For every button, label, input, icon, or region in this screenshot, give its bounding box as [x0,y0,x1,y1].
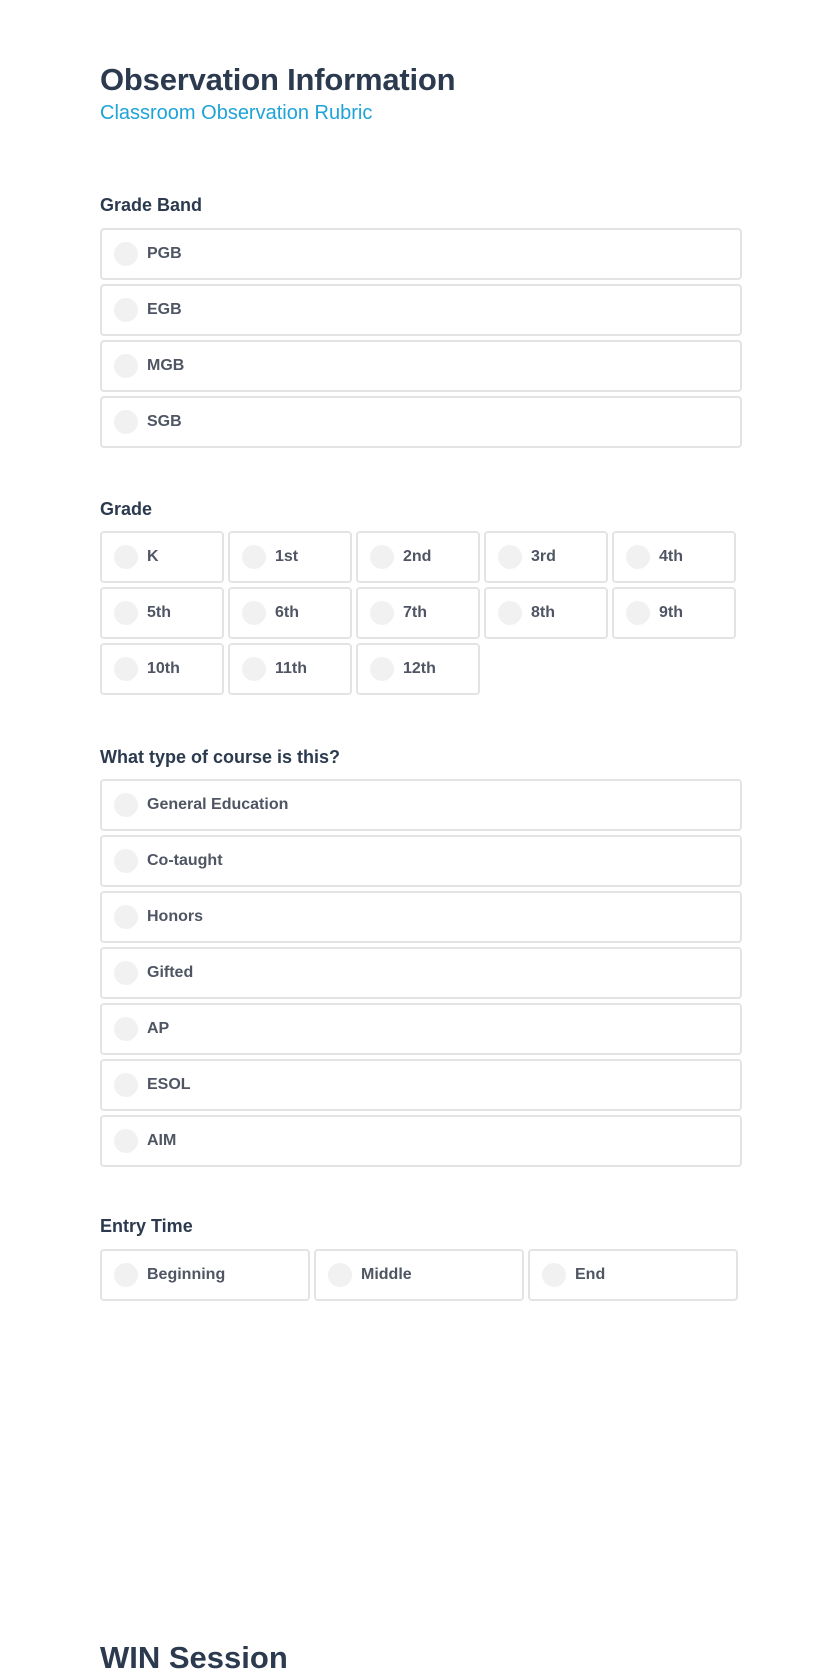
win-session-title: WIN Session [100,1640,288,1675]
grade-band-option-pgb[interactable]: PGB [100,228,742,280]
page-title: Observation Information [100,62,456,97]
radio-icon[interactable] [114,1017,138,1041]
grade-option-10th[interactable]: 10th [100,643,224,695]
radio-icon[interactable] [114,657,138,681]
option-label: K [147,548,159,565]
radio-icon[interactable] [242,601,266,625]
option-label: ESOL [147,1076,191,1093]
course-type-option-gifted[interactable]: Gifted [100,947,742,999]
course-type-option-honors[interactable]: Honors [100,891,742,943]
course-type-label: What type of course is this? [100,747,341,767]
option-label: Middle [361,1266,412,1283]
radio-icon[interactable] [328,1263,352,1287]
option-label: General Education [147,796,289,813]
course-type-option-co-taught[interactable]: Co-taught [100,835,742,887]
option-label: 2nd [403,548,432,565]
option-label: 3rd [531,548,556,565]
course-type-option-aim[interactable]: AIM [100,1115,742,1167]
entry-time-option-end[interactable]: End [528,1249,738,1301]
grade-option-6th[interactable]: 6th [228,587,352,639]
radio-icon[interactable] [370,545,394,569]
option-label: Co-taught [147,852,223,869]
option-label: 6th [275,604,299,621]
option-label: AIM [147,1132,177,1149]
grade-option-12th[interactable]: 12th [356,643,480,695]
radio-icon[interactable] [370,601,394,625]
option-label: Beginning [147,1266,226,1283]
grade-band-option-mgb[interactable]: MGB [100,340,742,392]
radio-icon[interactable] [114,298,138,322]
option-label: 9th [659,604,683,621]
grade-option-2nd[interactable]: 2nd [356,531,480,583]
radio-icon[interactable] [114,1263,138,1287]
radio-icon[interactable] [114,410,138,434]
grade-option-9th[interactable]: 9th [612,587,736,639]
option-label: EGB [147,301,182,318]
radio-icon[interactable] [114,1129,138,1153]
entry-time-option-middle[interactable]: Middle [314,1249,524,1301]
option-label: 4th [659,548,683,565]
radio-icon[interactable] [626,601,650,625]
option-label: 11th [275,660,308,677]
radio-icon[interactable] [114,242,138,266]
grade-option-11th[interactable]: 11th [228,643,352,695]
radio-icon[interactable] [114,793,138,817]
page-subtitle: Classroom Observation Rubric [100,102,373,124]
radio-icon[interactable] [114,601,138,625]
entry-time-label: Entry Time [100,1216,193,1236]
option-label: 7th [403,604,427,621]
grade-option-1st[interactable]: 1st [228,531,352,583]
option-label: 10th [147,660,180,677]
radio-icon[interactable] [114,905,138,929]
option-label: 8th [531,604,555,621]
radio-icon[interactable] [498,601,522,625]
radio-icon[interactable] [542,1263,566,1287]
radio-icon[interactable] [242,545,266,569]
radio-icon[interactable] [114,961,138,985]
option-label: SGB [147,413,182,430]
radio-icon[interactable] [498,545,522,569]
grade-option-k[interactable]: K [100,531,224,583]
option-label: Honors [147,908,203,925]
option-label: 1st [275,548,299,565]
option-label: PGB [147,245,182,262]
option-label: 5th [147,604,171,621]
radio-icon[interactable] [114,354,138,378]
course-type-option-general-education[interactable]: General Education [100,779,742,831]
grade-label: Grade [100,499,153,519]
option-label: AP [147,1020,170,1037]
radio-icon[interactable] [114,1073,138,1097]
course-type-option-ap[interactable]: AP [100,1003,742,1055]
grade-option-7th[interactable]: 7th [356,587,480,639]
grade-band-label: Grade Band [100,195,203,215]
option-label: End [575,1266,606,1283]
option-label: MGB [147,357,185,374]
grade-option-8th[interactable]: 8th [484,587,608,639]
course-type-option-esol[interactable]: ESOL [100,1059,742,1111]
radio-icon[interactable] [114,849,138,873]
option-label: 12th [403,660,436,677]
radio-icon[interactable] [242,657,266,681]
grade-band-option-sgb[interactable]: SGB [100,396,742,448]
entry-time-option-beginning[interactable]: Beginning [100,1249,310,1301]
radio-icon[interactable] [114,545,138,569]
grade-option-3rd[interactable]: 3rd [484,531,608,583]
radio-icon[interactable] [626,545,650,569]
grade-band-option-egb[interactable]: EGB [100,284,742,336]
grade-option-5th[interactable]: 5th [100,587,224,639]
grade-option-4th[interactable]: 4th [612,531,736,583]
radio-icon[interactable] [370,657,394,681]
option-label: Gifted [147,964,194,981]
